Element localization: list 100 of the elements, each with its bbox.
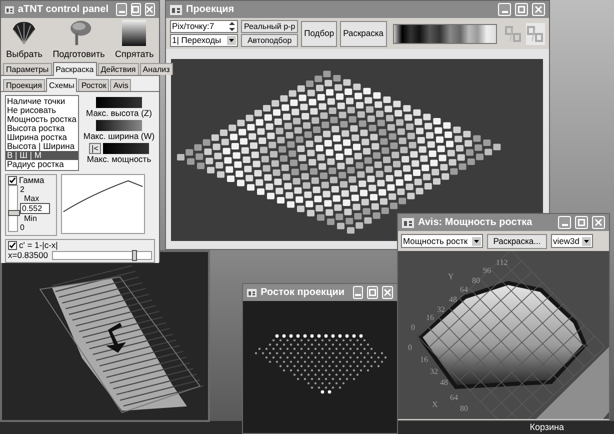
slider-thumb[interactable] bbox=[132, 250, 138, 260]
close-icon bbox=[595, 219, 602, 226]
slider-thumb[interactable] bbox=[8, 210, 20, 216]
reset-button[interactable]: |< bbox=[88, 143, 102, 154]
list-item[interactable]: Радиус ростка bbox=[6, 160, 78, 169]
tool-label: Выбрать bbox=[6, 49, 42, 59]
list-item[interactable]: Не рисовать bbox=[6, 106, 78, 115]
dropdown-value: 1| Переходы bbox=[172, 34, 222, 47]
tab[interactable]: Действия bbox=[98, 63, 139, 75]
spinner-label: Pix/точку: bbox=[172, 20, 210, 33]
axis-tick-label: 112 bbox=[496, 258, 508, 267]
real-size-button[interactable]: Реальный р-р bbox=[241, 20, 298, 33]
maximize-button[interactable] bbox=[575, 216, 588, 229]
minimize-icon bbox=[118, 11, 125, 13]
list-item[interactable]: Высота | Ширина bbox=[6, 142, 78, 151]
maximize-icon bbox=[369, 289, 376, 296]
mode-dropdown[interactable]: 1| Переходы bbox=[170, 34, 238, 47]
app-icon bbox=[5, 4, 14, 14]
arrow-drawing bbox=[106, 322, 126, 353]
axis-tick-label: 64 bbox=[450, 393, 458, 402]
tab[interactable]: Параметры bbox=[3, 63, 52, 75]
measure-dropdown[interactable]: Мощность ростк bbox=[401, 234, 483, 248]
toolbar-button[interactable]: Выбрать bbox=[6, 20, 42, 59]
slider-track[interactable] bbox=[52, 250, 152, 260]
axis-tick-label: 80 bbox=[460, 404, 468, 413]
tool-label: Спрятать bbox=[115, 49, 154, 59]
min-value: 0 bbox=[20, 223, 24, 232]
window-title: Avis: Мощность ростка bbox=[418, 216, 532, 230]
minimize-button[interactable] bbox=[558, 216, 571, 229]
list-item[interactable]: Ширина ростка bbox=[6, 133, 78, 142]
gamma-field[interactable]: 0.552 bbox=[20, 203, 50, 214]
x-reading: x=0.83500 bbox=[8, 250, 48, 260]
maximize-button[interactable] bbox=[130, 3, 141, 16]
tab[interactable]: Раскраска bbox=[52, 62, 97, 76]
tab[interactable]: Проекция bbox=[3, 79, 45, 91]
close-button[interactable] bbox=[144, 3, 155, 16]
check-icon bbox=[9, 242, 16, 248]
gradient-label: Макс. высота (Z) bbox=[86, 108, 152, 118]
maximize-icon bbox=[578, 219, 585, 226]
minimize-button[interactable] bbox=[498, 3, 511, 16]
stacked-blocks-icon bbox=[504, 24, 522, 42]
dropdown-value: view3d bbox=[553, 234, 580, 248]
min-label: Min bbox=[23, 214, 37, 223]
close-icon bbox=[535, 6, 542, 13]
dropdown-arrow-icon bbox=[582, 236, 591, 246]
coloring-button[interactable]: Раскраска... bbox=[487, 234, 547, 248]
gradient-icon bbox=[122, 20, 146, 46]
axis-label: Y bbox=[448, 272, 454, 281]
checkbox-label: Гамма bbox=[19, 175, 44, 185]
tab[interactable]: Схемы bbox=[46, 78, 78, 92]
close-icon bbox=[384, 289, 392, 296]
dropdown-arrow-icon bbox=[227, 36, 236, 45]
view-dropdown[interactable]: view3d bbox=[551, 234, 593, 248]
spinner-value: 7 bbox=[209, 20, 216, 33]
axis-tick-label: 48 bbox=[440, 378, 448, 387]
axis-tick-label: 0 bbox=[411, 323, 415, 332]
tab[interactable]: Анализ bbox=[140, 63, 173, 75]
scale-button[interactable] bbox=[526, 22, 545, 44]
maximize-button[interactable] bbox=[515, 3, 528, 16]
max-value: 2 bbox=[20, 185, 24, 194]
maximize-icon bbox=[518, 6, 525, 13]
close-button[interactable] bbox=[532, 3, 545, 16]
window-title: aTNT control panel bbox=[18, 3, 108, 17]
list-item[interactable]: Мощность ростка bbox=[6, 115, 78, 124]
maximize-button[interactable] bbox=[367, 286, 378, 299]
axis-tick-label: 16 bbox=[426, 313, 434, 322]
axis-tick-label: 64 bbox=[460, 285, 468, 294]
checkbox[interactable] bbox=[8, 176, 17, 184]
close-button[interactable] bbox=[382, 286, 393, 299]
app-icon bbox=[170, 4, 182, 14]
close-button[interactable] bbox=[592, 216, 605, 229]
checkbox[interactable] bbox=[8, 240, 17, 250]
stacked-blocks-icon bbox=[526, 24, 544, 42]
minimize-icon bbox=[562, 224, 568, 226]
desktop-icon-label[interactable]: Корзина bbox=[530, 420, 564, 434]
pix-spinner[interactable]: Pix/точку:7 bbox=[170, 20, 238, 33]
toolbar-button[interactable]: Подготовить bbox=[52, 18, 105, 59]
close-icon bbox=[146, 6, 154, 13]
minimize-icon bbox=[502, 11, 508, 13]
fit-button[interactable]: Подбор bbox=[301, 20, 338, 46]
app-icon bbox=[247, 288, 257, 298]
tool-label: Подготовить bbox=[52, 49, 105, 59]
axis-label: X bbox=[432, 400, 438, 409]
dropdown-value: Мощность ростк bbox=[403, 234, 469, 248]
window-title: Росток проекции bbox=[260, 286, 345, 300]
app-icon bbox=[402, 218, 414, 228]
coloring-button[interactable]: Раскраска bbox=[340, 20, 386, 46]
list-item[interactable]: В | Ш | М bbox=[6, 151, 78, 160]
minimize-button[interactable] bbox=[352, 286, 364, 299]
gradient-bar bbox=[96, 97, 142, 108]
minimize-button[interactable] bbox=[116, 3, 127, 16]
axis-tick-label: 32 bbox=[430, 367, 438, 376]
tab[interactable]: Росток bbox=[78, 79, 110, 91]
list-item[interactable]: Высота ростка bbox=[6, 124, 78, 133]
toolbar-button[interactable]: Спрятать bbox=[115, 20, 154, 59]
list-item[interactable]: Наличие точки bbox=[6, 97, 78, 106]
auto-fit-button[interactable]: Автоподбор bbox=[241, 34, 298, 47]
axis-tick-label: 48 bbox=[449, 295, 457, 304]
window-title: Проекция bbox=[186, 3, 234, 17]
tab[interactable]: Avis bbox=[110, 79, 132, 91]
